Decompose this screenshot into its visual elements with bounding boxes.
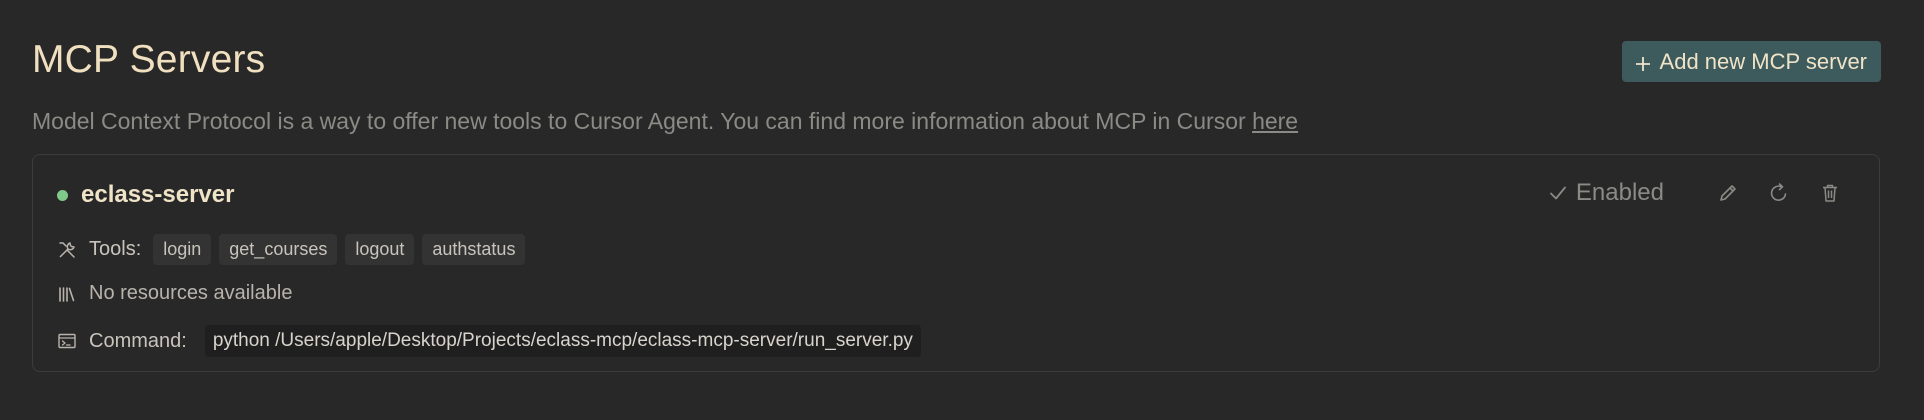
resources-row: No resources available: [57, 282, 292, 305]
command-label: Command:: [89, 329, 187, 352]
description-text: Model Context Protocol is a way to offer…: [32, 108, 1253, 134]
mcp-settings-page: MCP Servers Add new MCP server Model Con…: [0, 0, 1924, 420]
command-row: Command: python /Users/apple/Desktop/Pro…: [57, 325, 921, 357]
enabled-label: Enabled: [1575, 179, 1664, 206]
more-info-link[interactable]: here: [1252, 108, 1298, 134]
tool-chip-login: login: [153, 234, 212, 265]
enabled-toggle[interactable]: Enabled: [1548, 179, 1664, 207]
refresh-icon[interactable]: [1766, 180, 1792, 206]
server-header: eclass-server: [57, 181, 234, 209]
trash-icon[interactable]: [1817, 180, 1843, 206]
server-name: eclass-server: [81, 181, 235, 208]
page-description: Model Context Protocol is a way to offer…: [32, 108, 1298, 135]
resources-text: No resources available: [89, 282, 293, 304]
add-mcp-server-label: Add new MCP server: [1659, 48, 1867, 74]
pencil-icon[interactable]: [1715, 180, 1741, 206]
tool-chip-authstatus: authstatus: [422, 234, 526, 265]
tools-row: Tools: login get_courses logout authstat…: [57, 234, 533, 265]
mcp-server-card: eclass-server Enabled Tools: login get_c…: [32, 154, 1880, 372]
checkmark-icon: [1548, 183, 1568, 203]
tools-icon: [57, 240, 77, 260]
page-title: MCP Servers: [32, 38, 266, 81]
plus-icon: [1634, 53, 1652, 71]
tool-chip-get-courses: get_courses: [219, 234, 338, 265]
library-icon: [57, 284, 77, 304]
tool-chip-logout: logout: [345, 234, 415, 265]
terminal-icon: [57, 331, 77, 351]
tools-label: Tools:: [89, 238, 142, 260]
command-value: python /Users/apple/Desktop/Projects/ecl…: [204, 325, 921, 357]
server-actions: Enabled: [1548, 179, 1843, 207]
status-indicator: [57, 189, 68, 201]
add-mcp-server-button[interactable]: Add new MCP server: [1621, 41, 1881, 82]
